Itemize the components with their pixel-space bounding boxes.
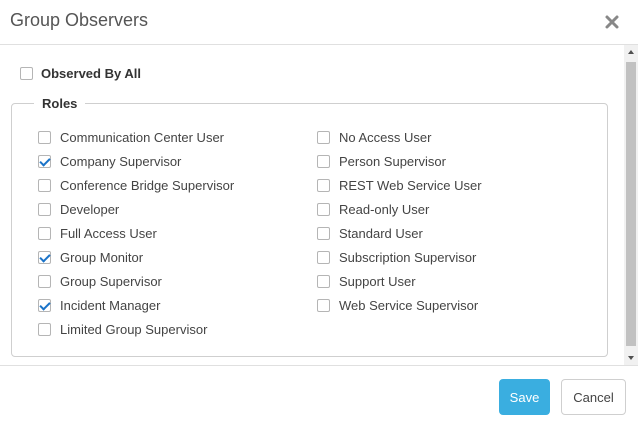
role-label: Group Monitor <box>60 249 144 265</box>
scroll-up-arrow-icon[interactable] <box>624 45 638 59</box>
close-icon[interactable] <box>604 14 622 32</box>
vertical-scrollbar[interactable] <box>624 45 638 365</box>
observed-by-all-checkbox[interactable] <box>20 66 33 80</box>
role-label: Support User <box>339 273 416 289</box>
role-checkbox[interactable] <box>317 154 330 168</box>
role-option[interactable]: Full Access User <box>38 221 234 245</box>
role-label: Incident Manager <box>60 297 161 313</box>
role-option[interactable]: No Access User <box>317 125 482 149</box>
role-checkbox[interactable] <box>317 178 330 192</box>
dialog-footer: Save Cancel <box>0 365 638 429</box>
role-option[interactable]: Company Supervisor <box>38 149 234 173</box>
role-label: Limited Group Supervisor <box>60 321 208 337</box>
role-label: No Access User <box>339 129 432 145</box>
role-checkbox[interactable] <box>317 202 330 216</box>
role-checkbox[interactable] <box>317 274 330 288</box>
role-option[interactable]: Person Supervisor <box>317 149 482 173</box>
save-button[interactable]: Save <box>499 379 550 415</box>
role-option[interactable]: Limited Group Supervisor <box>38 317 234 341</box>
observed-by-all-label: Observed By All <box>41 65 141 81</box>
role-label: Read-only User <box>339 201 430 217</box>
role-option[interactable]: Group Supervisor <box>38 269 234 293</box>
role-checkbox[interactable] <box>38 250 51 264</box>
role-option[interactable]: Subscription Supervisor <box>317 245 482 269</box>
roles-right-column: No Access User Person Supervisor REST Web … <box>317 125 482 317</box>
role-checkbox[interactable] <box>38 178 51 192</box>
observed-by-all-option[interactable]: Observed By All <box>20 65 141 81</box>
role-checkbox[interactable] <box>38 202 51 216</box>
role-option[interactable]: Web Service Supervisor <box>317 293 482 317</box>
role-option[interactable]: Standard User <box>317 221 482 245</box>
cancel-button[interactable]: Cancel <box>561 379 626 415</box>
dialog-title: Group Observers <box>10 10 149 30</box>
role-option[interactable]: Developer <box>38 197 234 221</box>
role-checkbox[interactable] <box>38 226 51 240</box>
role-checkbox[interactable] <box>38 322 51 336</box>
role-label: Full Access User <box>60 225 157 241</box>
role-checkbox[interactable] <box>317 130 330 144</box>
role-checkbox[interactable] <box>38 154 51 168</box>
role-label: Developer <box>60 201 120 217</box>
role-label: REST Web Service User <box>339 177 482 193</box>
role-option[interactable]: Incident Manager <box>38 293 234 317</box>
role-label: Conference Bridge Supervisor <box>60 177 235 193</box>
role-option[interactable]: Communication Center User <box>38 125 234 149</box>
dialog-header: Group Observers <box>0 0 638 45</box>
role-label: Group Supervisor <box>60 273 162 289</box>
role-option[interactable]: Read-only User <box>317 197 482 221</box>
group-observers-dialog: Group Observers Observed By All Roles Co… <box>0 0 638 429</box>
scrollbar-thumb[interactable] <box>626 62 636 346</box>
role-label: Communication Center User <box>60 129 225 145</box>
role-checkbox[interactable] <box>38 130 51 144</box>
role-option[interactable]: Group Monitor <box>38 245 234 269</box>
scroll-down-arrow-icon[interactable] <box>624 351 638 365</box>
role-label: Subscription Supervisor <box>339 249 477 265</box>
role-label: Standard User <box>339 225 423 241</box>
role-label: Person Supervisor <box>339 153 446 169</box>
dialog-body: Observed By All Roles Communication Cent… <box>0 45 624 365</box>
role-option[interactable]: Support User <box>317 269 482 293</box>
role-label: Web Service Supervisor <box>339 297 479 313</box>
roles-legend: Roles <box>34 96 86 111</box>
role-option[interactable]: Conference Bridge Supervisor <box>38 173 234 197</box>
roles-left-column: Communication Center User Company Supervi… <box>38 125 234 341</box>
role-checkbox[interactable] <box>317 298 330 312</box>
role-label: Company Supervisor <box>60 153 182 169</box>
role-checkbox[interactable] <box>38 298 51 312</box>
role-checkbox[interactable] <box>317 226 330 240</box>
role-option[interactable]: REST Web Service User <box>317 173 482 197</box>
roles-fieldset: Roles Communication Center User Company S… <box>11 96 608 357</box>
role-checkbox[interactable] <box>38 274 51 288</box>
role-checkbox[interactable] <box>317 250 330 264</box>
